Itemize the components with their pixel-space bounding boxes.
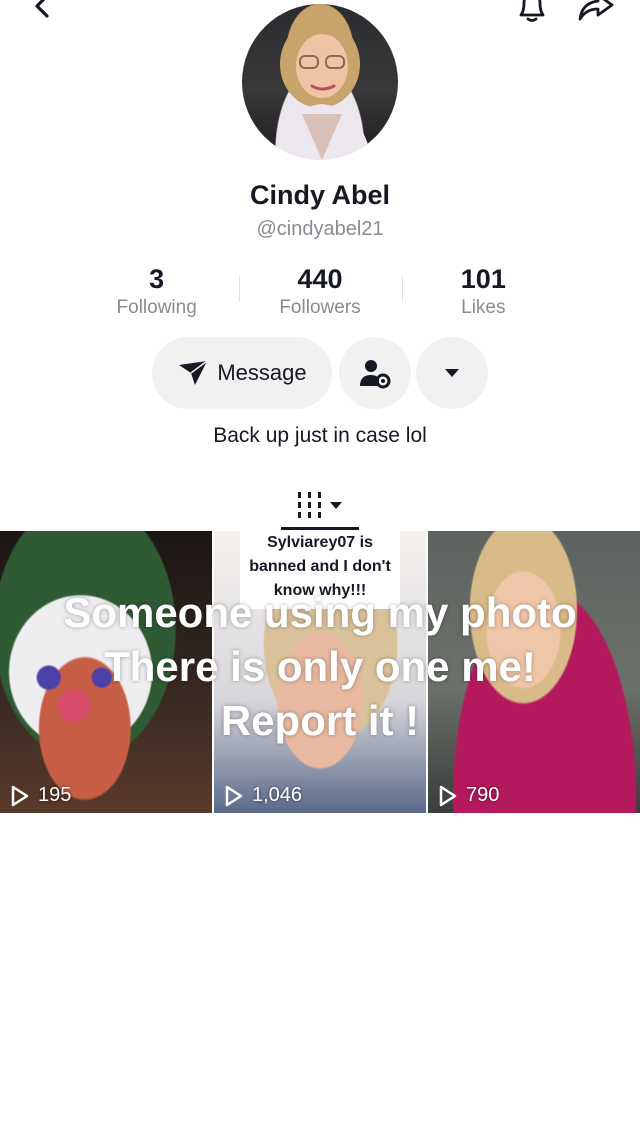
grid-bars-icon <box>298 492 342 518</box>
profile-name: Cindy Abel <box>249 180 390 210</box>
share-arrow-icon[interactable] <box>576 0 616 24</box>
video-thumbnail[interactable]: Sylviarey07 is banned and I don't know w… <box>214 531 426 813</box>
play-icon <box>11 785 29 806</box>
stat-divider <box>239 276 240 302</box>
stat-following[interactable]: 3 Following <box>75 262 238 322</box>
message-button-label: Message <box>217 360 307 385</box>
person-gear-icon <box>360 360 391 389</box>
video-grid: 195 Sylviarey07 is banned and I don't kn… <box>0 531 640 813</box>
stats-row: 3 Following 440 Followers 101 Likes <box>75 262 565 322</box>
profile-handle: @cindyabel21 <box>256 218 384 240</box>
caret-down-icon <box>445 369 459 377</box>
video-thumbnail[interactable]: 790 <box>428 531 640 813</box>
profile-bio: Back up just in case lol <box>213 424 427 447</box>
stat-value: 440 <box>297 264 343 294</box>
stat-divider <box>402 276 403 302</box>
view-count: 790 <box>438 784 499 807</box>
tab-underline <box>281 527 359 530</box>
more-options-button[interactable] <box>416 337 488 409</box>
tab-videos[interactable] <box>280 482 360 530</box>
send-icon <box>179 360 208 385</box>
view-count-value: 195 <box>38 784 72 806</box>
video-thumbnail[interactable]: 195 <box>0 531 212 813</box>
stat-label: Followers <box>279 297 361 318</box>
video-caption: Sylviarey07 is banned and I don't know w… <box>240 531 400 609</box>
stat-label: Following <box>116 297 197 318</box>
stat-value: 3 <box>149 264 165 294</box>
stat-likes[interactable]: 101 Likes <box>402 262 565 322</box>
message-button[interactable]: Message <box>152 337 332 409</box>
play-icon <box>225 785 243 806</box>
view-count-value: 790 <box>466 784 500 806</box>
view-count-value: 1,046 <box>252 784 303 806</box>
stat-followers[interactable]: 440 Followers <box>238 262 401 322</box>
stat-label: Likes <box>461 297 506 318</box>
play-icon <box>439 785 457 806</box>
view-count: 195 <box>10 784 71 807</box>
bell-icon[interactable] <box>512 0 552 24</box>
profile-page: Cindy Abel @cindyabel21 3 Following 440 … <box>0 0 640 1137</box>
friend-settings-button[interactable] <box>339 337 411 409</box>
avatar[interactable] <box>242 4 398 160</box>
back-icon[interactable] <box>22 0 62 24</box>
stat-value: 101 <box>460 264 506 294</box>
view-count: 1,046 <box>224 784 302 807</box>
